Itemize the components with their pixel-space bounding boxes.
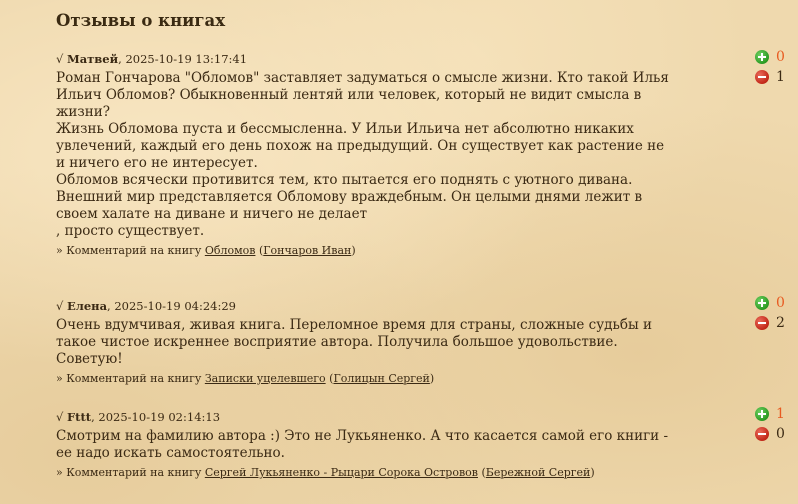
vote-down-count: 2 xyxy=(776,315,785,331)
minus-icon[interactable] xyxy=(755,316,769,330)
book-link[interactable]: Записки уцелевшего xyxy=(205,372,326,385)
review-paragraph: Обломов всячески противится тем, кто пыт… xyxy=(56,172,633,188)
vote-up-count: 0 xyxy=(776,295,785,311)
book-link[interactable]: Обломов xyxy=(205,244,256,257)
review-footer: » Комментарий на книгу Сергей Лукьяненко… xyxy=(56,466,595,479)
book-link[interactable]: Сергей Лукьяненко - Рыцари Сорока Остров… xyxy=(205,466,478,479)
plus-icon[interactable] xyxy=(755,50,769,64)
review-paragraph: Жизнь Обломова пуста и бессмысленна. У И… xyxy=(56,121,665,171)
review-text: Смотрим на фамилию автора :) Это не Лукь… xyxy=(56,428,676,462)
review-item: √ Fttt, 2025-10-19 02:14:13 Смотрим на ф… xyxy=(56,409,746,481)
check-mark: √ xyxy=(56,410,64,424)
minus-icon[interactable] xyxy=(755,427,769,441)
review-meta: √ Матвей, 2025-10-19 13:17:41 xyxy=(56,51,746,67)
check-mark: √ xyxy=(56,52,64,66)
comment-prefix: » Комментарий на книгу xyxy=(56,372,202,385)
book-author-link[interactable]: Гончаров Иван xyxy=(263,244,351,257)
review-footer: » Комментарий на книгу Записки уцелевшег… xyxy=(56,372,435,385)
plus-icon[interactable] xyxy=(755,407,769,421)
review-item: √ Елена, 2025-10-19 04:24:29 Очень вдумч… xyxy=(56,298,746,387)
comment-prefix: » Комментарий на книгу xyxy=(56,244,202,257)
book-author-link[interactable]: Голицын Сергей xyxy=(333,372,429,385)
vote-up-row: 0 xyxy=(755,49,795,65)
review-date: , 2025-10-19 02:14:13 xyxy=(91,410,221,424)
review-meta: √ Fttt, 2025-10-19 02:14:13 xyxy=(56,409,746,425)
review-item: √ Матвей, 2025-10-19 13:17:41 Роман Гонч… xyxy=(56,51,746,259)
review-paragraph: , просто существует. xyxy=(56,223,205,239)
page-title: Отзывы о книгах xyxy=(56,11,226,30)
comment-prefix: » Комментарий на книгу xyxy=(56,466,202,479)
vote-down-count: 0 xyxy=(776,426,785,442)
review-paragraph: Внешний мир представляется Обломову враж… xyxy=(56,189,643,222)
vote-up-count: 0 xyxy=(776,49,785,65)
review-author: Матвей xyxy=(66,52,119,66)
vote-down-row: 1 xyxy=(755,69,795,85)
book-author-link[interactable]: Бережной Сергей xyxy=(486,466,591,479)
minus-icon[interactable] xyxy=(755,70,769,84)
review-paragraph: Роман Гончарова "Обломов" заставляет зад… xyxy=(56,70,669,120)
review-date: , 2025-10-19 13:17:41 xyxy=(118,52,248,66)
review-footer: » Комментарий на книгу Обломов (Гончаров… xyxy=(56,244,356,257)
vote-down-row: 0 xyxy=(755,426,795,442)
vote-panel: 1 0 xyxy=(755,406,795,446)
review-author: Елена xyxy=(66,299,108,313)
check-mark: √ xyxy=(56,299,64,313)
vote-up-row: 0 xyxy=(755,295,795,311)
plus-icon[interactable] xyxy=(755,296,769,310)
vote-up-count: 1 xyxy=(776,406,785,422)
vote-panel: 0 1 xyxy=(755,49,795,89)
review-meta: √ Елена, 2025-10-19 04:24:29 xyxy=(56,298,746,314)
vote-down-row: 2 xyxy=(755,315,795,331)
vote-up-row: 1 xyxy=(755,406,795,422)
review-text: Роман Гончарова "Обломов" заставляет зад… xyxy=(56,70,676,240)
review-author: Fttt xyxy=(66,410,92,424)
review-paragraph: Смотрим на фамилию автора :) Это не Лукь… xyxy=(56,428,669,461)
review-text: Очень вдумчивая, живая книга. Переломное… xyxy=(56,317,676,368)
review-date: , 2025-10-19 04:24:29 xyxy=(107,299,236,313)
vote-panel: 0 2 xyxy=(755,295,795,335)
vote-down-count: 1 xyxy=(776,69,785,85)
review-paragraph: Очень вдумчивая, живая книга. Переломное… xyxy=(56,317,652,367)
